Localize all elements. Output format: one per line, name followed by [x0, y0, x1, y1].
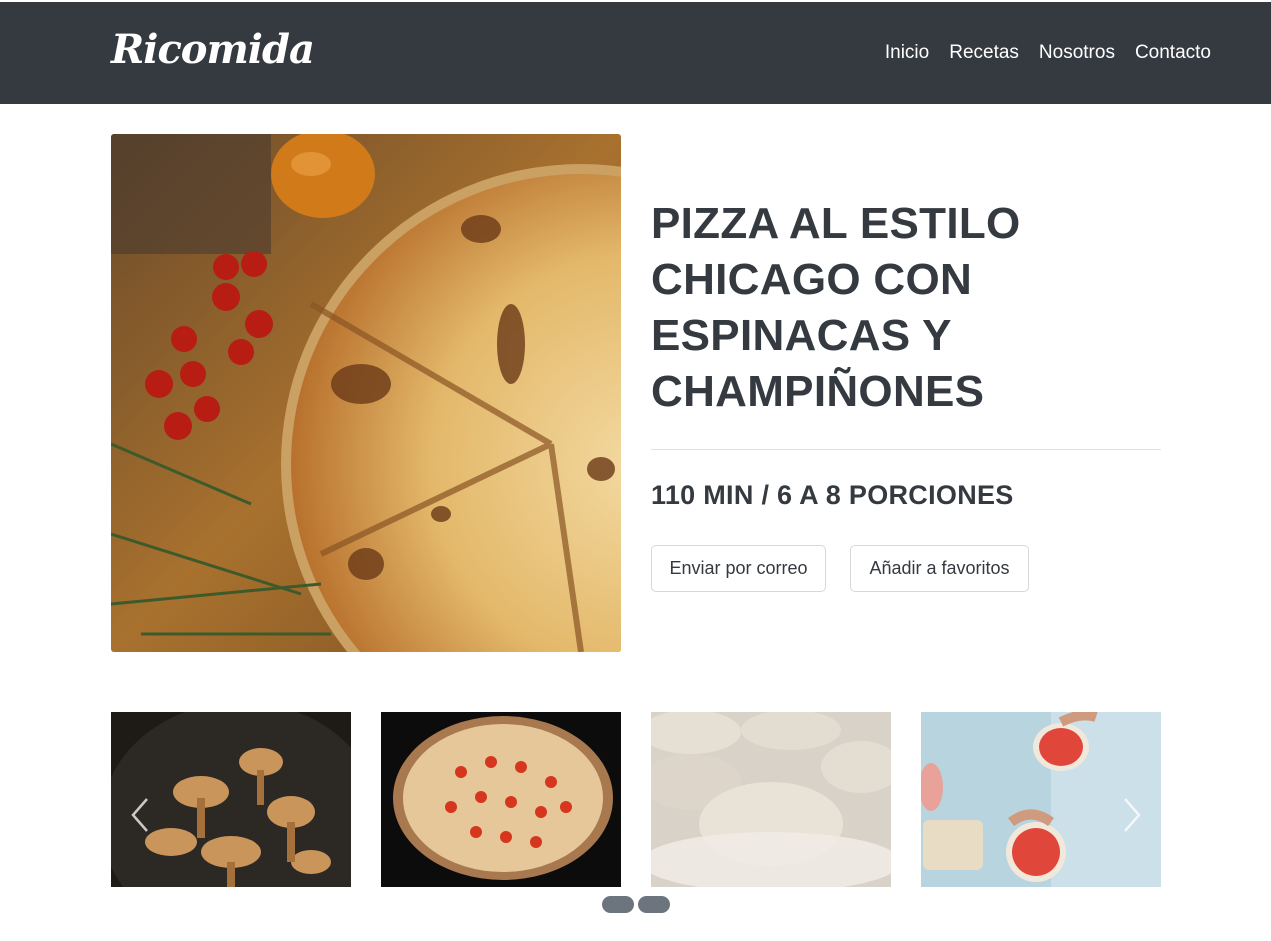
email-recipe-button[interactable]: Enviar por correo	[651, 545, 826, 592]
carousel-indicators	[602, 896, 670, 913]
brand-logo[interactable]: Ricomida	[111, 26, 315, 73]
carousel-slide-dough[interactable]	[651, 712, 891, 887]
chevron-right-icon[interactable]	[1121, 795, 1145, 835]
nav-link-recetas[interactable]: Recetas	[949, 42, 1019, 64]
divider	[651, 449, 1161, 450]
add-favorite-button[interactable]: Añadir a favoritos	[850, 545, 1029, 592]
nav-link-contacto[interactable]: Contacto	[1135, 42, 1211, 64]
recipe-meta: 110 MIN / 6 A 8 PORCIONES	[651, 480, 1014, 510]
navbar: Ricomida Inicio Recetas Nosotros Contact…	[0, 2, 1271, 104]
carousel-slide-pizza[interactable]	[381, 712, 621, 887]
chevron-left-icon[interactable]	[127, 795, 151, 835]
carousel-indicator-2[interactable]	[638, 896, 670, 913]
carousel-indicator-1[interactable]	[602, 896, 634, 913]
nav-link-inicio[interactable]: Inicio	[885, 42, 929, 64]
nav-link-nosotros[interactable]: Nosotros	[1039, 42, 1115, 64]
nav-links: Inicio Recetas Nosotros Contacto	[885, 42, 1211, 64]
recipe-hero-image	[111, 134, 621, 652]
recipe-title: PIZZA AL ESTILO CHICAGO CON ESPINACAS Y …	[651, 199, 1021, 416]
